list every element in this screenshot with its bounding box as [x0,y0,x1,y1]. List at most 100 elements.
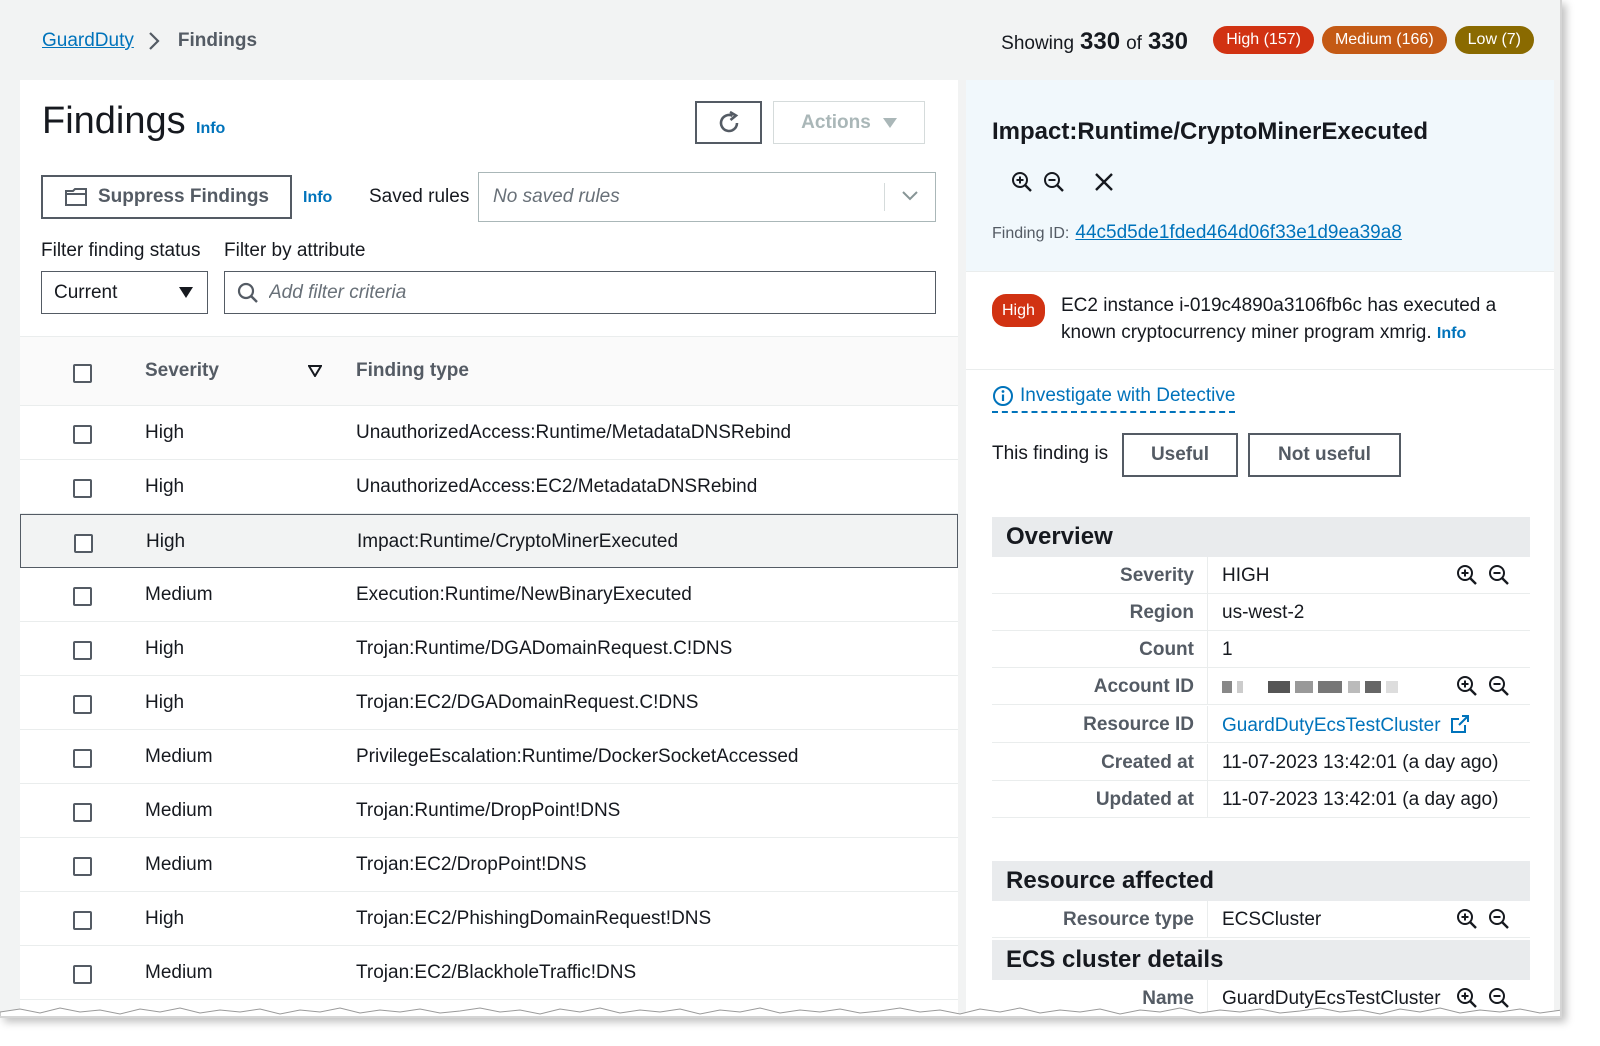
close-icon[interactable] [1092,170,1116,194]
breadcrumb: GuardDuty Findings [42,30,257,52]
suppress-label: Suppress Findings [97,186,270,207]
showing-label: Showing [1001,33,1075,54]
investigate-label: Investigate with Detective [1020,385,1236,406]
row-checkbox[interactable] [73,749,92,768]
row-finding-type[interactable]: Trojan:EC2/DropPoint!DNS [356,854,587,876]
badge-low[interactable]: Low (7) [1454,26,1534,54]
row-checkbox[interactable] [73,911,92,930]
page-title: Findings [42,100,186,142]
row-checkbox[interactable] [73,965,92,984]
kv-key: Resource ID [1083,714,1194,735]
row-finding-type[interactable]: Trojan:EC2/PhishingDomainRequest!DNS [356,908,711,930]
row-checkbox[interactable] [73,695,92,714]
zoom-in-icon[interactable] [1456,564,1478,586]
torn-edge-decoration [0,1007,1560,1016]
refresh-button[interactable] [695,101,762,144]
zoom-in-icon[interactable] [1456,675,1478,697]
of-label: of [1126,33,1142,54]
column-severity[interactable]: Severity [145,360,219,382]
findings-panel: Findings Info Actions Suppress Findings … [20,80,958,1016]
row-finding-type[interactable]: Impact:Runtime/CryptoMinerExecuted [357,531,678,553]
suppress-findings-button[interactable]: Suppress Findings [41,175,292,219]
select-all-checkbox[interactable] [73,364,92,383]
table-row[interactable]: Medium Trojan:EC2/BlackholeTraffic!DNS [20,946,958,1000]
caret-down-icon [179,287,193,298]
badge-medium[interactable]: Medium (166) [1321,26,1447,54]
row-finding-type[interactable]: Trojan:Runtime/DGADomainRequest.C!DNS [356,638,732,660]
useful-button[interactable]: Useful [1122,433,1238,477]
sort-descending-icon[interactable] [308,365,322,377]
actions-button[interactable]: Actions [773,101,925,144]
table-row[interactable]: Medium PrivilegeEscalation:Runtime/Docker… [20,730,958,784]
resource-id-link[interactable]: GuardDutyEcsTestCluster [1222,714,1470,737]
row-checkbox[interactable] [73,479,92,498]
finding-id: Finding ID: 44c5d5de1fded464d06f33e1d9ea… [992,222,1402,244]
filter-search-input[interactable] [269,281,909,304]
table-row[interactable]: High Trojan:Runtime/DGADomainRequest.C!DN… [20,622,958,676]
breadcrumb-guardduty-link[interactable]: GuardDuty [42,30,134,52]
findings-table-body: High UnauthorizedAccess:Runtime/MetadataD… [20,406,958,1000]
row-finding-type[interactable]: Execution:Runtime/NewBinaryExecuted [356,584,692,606]
suppress-info-link[interactable]: Info [303,189,332,207]
summary-text-block: EC2 instance i-019c4890a3106fb6c has exe… [1061,292,1541,347]
table-row-selected[interactable]: High Impact:Runtime/CryptoMinerExecuted [20,514,958,568]
severity-badge: High [992,294,1045,327]
kv-key: Region [1129,602,1194,623]
badge-high[interactable]: High (157) [1213,26,1314,54]
zoom-in-icon[interactable] [1010,170,1034,194]
row-checkbox[interactable] [73,425,92,444]
table-row[interactable]: High Trojan:EC2/PhishingDomainRequest!DNS [20,892,958,946]
table-row[interactable]: Medium Trojan:Runtime/DropPoint!DNS [20,784,958,838]
row-checkbox[interactable] [73,857,92,876]
table-row[interactable]: High Trojan:EC2/DGADomainRequest.C!DNS [20,676,958,730]
ecs-cluster-heading: ECS cluster details [992,940,1530,980]
row-finding-type[interactable]: Trojan:Runtime/DropPoint!DNS [356,800,620,822]
zoom-out-icon[interactable] [1488,908,1510,930]
row-checkbox[interactable] [73,587,92,606]
not-useful-button[interactable]: Not useful [1248,433,1401,477]
row-severity: High [146,531,186,552]
row-finding-type[interactable]: Trojan:EC2/BlackholeTraffic!DNS [356,962,636,984]
zoom-out-icon[interactable] [1042,170,1066,194]
chevron-right-icon [148,30,164,52]
table-row[interactable]: High UnauthorizedAccess:Runtime/MetadataD… [20,406,958,460]
table-header: Severity Finding type [20,336,958,406]
investigate-detective-link[interactable]: Investigate with Detective [992,385,1236,413]
kv-value: us-west-2 [1222,602,1305,623]
row-checkbox[interactable] [74,534,93,553]
feedback-label: This finding is [992,443,1109,464]
showing-count: Showing 330 of 330 [1001,28,1188,56]
zoom-out-icon[interactable] [1488,564,1510,586]
search-icon [237,282,258,303]
chevron-down-icon [902,191,918,201]
finding-id-link[interactable]: 44c5d5de1fded464d06f33e1d9ea39a8 [1075,222,1402,244]
row-finding-type[interactable]: Trojan:EC2/DGADomainRequest.C!DNS [356,692,698,714]
row-severity: High [145,908,185,929]
overview-resource-id-row: Resource ID GuardDutyEcsTestCluster [992,706,1530,743]
zoom-in-icon[interactable] [1456,908,1478,930]
row-finding-type[interactable]: PrivilegeEscalation:Runtime/DockerSocket… [356,746,798,768]
finding-id-label: Finding ID: [992,225,1070,242]
row-checkbox[interactable] [73,803,92,822]
row-finding-type[interactable]: UnauthorizedAccess:EC2/MetadataDNSRebind [356,476,757,498]
table-row[interactable]: Medium Execution:Runtime/NewBinaryExecute… [20,568,958,622]
table-row[interactable]: High UnauthorizedAccess:EC2/MetadataDNSRe… [20,460,958,514]
summary-text: EC2 instance i-019c4890a3106fb6c has exe… [1061,295,1497,343]
kv-key: Count [1139,639,1194,660]
detail-header: Impact:Runtime/CryptoMinerExecuted Findi… [966,80,1554,272]
status-select[interactable]: Current [41,271,208,314]
column-finding-type[interactable]: Finding type [356,360,469,382]
breadcrumb-current: Findings [177,30,258,51]
kv-value: HIGH [1222,565,1270,586]
summary-info-link[interactable]: Info [1437,325,1466,342]
saved-rules-select[interactable]: No saved rules [478,172,936,222]
row-severity: Medium [145,584,213,605]
status-value: Current [54,281,118,303]
table-row[interactable]: Medium Trojan:EC2/DropPoint!DNS [20,838,958,892]
zoom-out-icon[interactable] [1488,675,1510,697]
row-finding-type[interactable]: UnauthorizedAccess:Runtime/MetadataDNSRe… [356,422,791,444]
row-checkbox[interactable] [73,641,92,660]
title-info-link[interactable]: Info [196,120,225,138]
filter-search-box[interactable] [224,271,936,314]
overview-count-row: Count 1 [992,631,1530,668]
